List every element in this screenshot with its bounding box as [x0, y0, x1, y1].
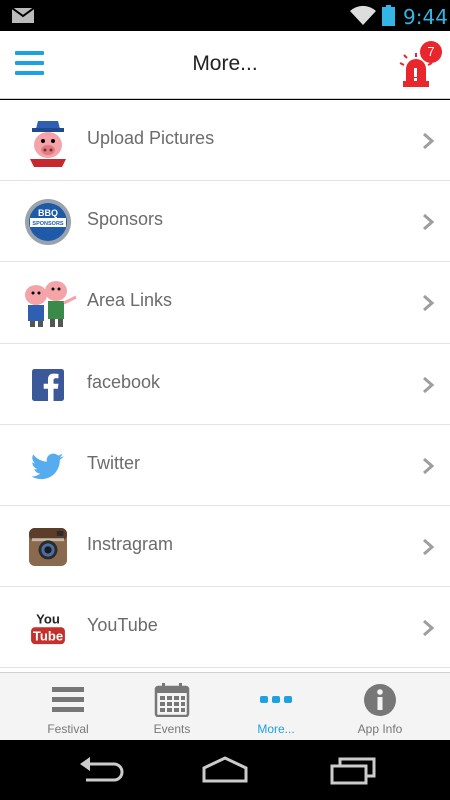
- wifi-icon: [350, 5, 376, 25]
- list-item-label: Twitter: [87, 452, 141, 473]
- alert-button[interactable]: 7: [398, 41, 444, 91]
- twitter-bird-icon: [22, 440, 74, 492]
- tab-label: More...: [257, 722, 295, 736]
- recent-apps-icon[interactable]: [328, 754, 378, 786]
- tab-label: Festival: [47, 722, 89, 736]
- svg-text:Tube: Tube: [33, 628, 63, 643]
- tab-events[interactable]: Events: [120, 673, 224, 741]
- chevron-right-icon: [423, 457, 435, 474]
- app-header: More... 7: [0, 31, 450, 99]
- mail-icon: [12, 8, 34, 23]
- youtube-icon: You Tube: [22, 602, 74, 654]
- tab-label: Events: [153, 722, 191, 736]
- clock: 9:44: [403, 5, 448, 29]
- chevron-right-icon: [423, 619, 435, 637]
- list-item-area-links[interactable]: Area Links: [0, 262, 450, 344]
- alert-count-badge: 7: [420, 41, 442, 63]
- list-item-upload-pictures[interactable]: Upload Pictures: [0, 100, 450, 182]
- battery-icon: [382, 5, 395, 26]
- more-menu-list: Upload Pictures BBQ SPONSORS Sponsors Ar…: [0, 100, 450, 672]
- chevron-right-icon: [423, 538, 435, 556]
- list-item-youtube[interactable]: You Tube YouTube: [0, 587, 450, 669]
- bottom-tab-bar: Festival Events More... App Info: [0, 672, 450, 740]
- status-bar: 9:44: [0, 0, 450, 31]
- tab-label: App Info: [357, 722, 403, 736]
- facebook-icon: [22, 359, 74, 411]
- system-nav-bar: [0, 740, 450, 800]
- chevron-right-icon: [423, 214, 435, 231]
- list-icon: [52, 687, 84, 712]
- back-icon[interactable]: [76, 754, 126, 786]
- chevron-right-icon: [423, 376, 435, 393]
- list-item-instagram[interactable]: Instragram: [0, 506, 450, 588]
- bbq-sponsors-badge-icon: BBQ SPONSORS: [22, 196, 74, 248]
- list-item-label: Sponsors: [87, 209, 164, 230]
- list-item-label: YouTube: [87, 615, 158, 636]
- chevron-right-icon: [423, 295, 435, 312]
- svg-text:BBQ: BBQ: [38, 208, 58, 218]
- page-title: More...: [192, 52, 258, 75]
- list-item-label: Instragram: [87, 533, 174, 554]
- pig-mascot-icon: [22, 115, 74, 167]
- list-item-facebook[interactable]: facebook: [0, 344, 450, 425]
- svg-text:You: You: [36, 612, 60, 627]
- tab-app-info[interactable]: App Info: [328, 673, 432, 741]
- calendar-icon: [154, 683, 190, 717]
- more-dots-icon: [260, 696, 292, 703]
- home-icon[interactable]: [200, 754, 250, 786]
- svg-text:SPONSORS: SPONSORS: [32, 221, 64, 227]
- list-item-twitter[interactable]: Twitter: [0, 425, 450, 506]
- info-icon: [364, 684, 396, 716]
- tab-more[interactable]: More...: [224, 673, 328, 741]
- two-pigs-icon: [16, 277, 80, 329]
- instagram-camera-icon: [22, 521, 74, 573]
- chevron-right-icon: [423, 132, 435, 150]
- list-item-sponsors[interactable]: BBQ SPONSORS Sponsors: [0, 181, 450, 263]
- list-item-label: Upload Pictures: [87, 128, 215, 148]
- list-item-label: Area Links: [87, 290, 173, 311]
- list-item-label: facebook: [87, 371, 161, 392]
- tab-festival[interactable]: Festival: [16, 673, 120, 741]
